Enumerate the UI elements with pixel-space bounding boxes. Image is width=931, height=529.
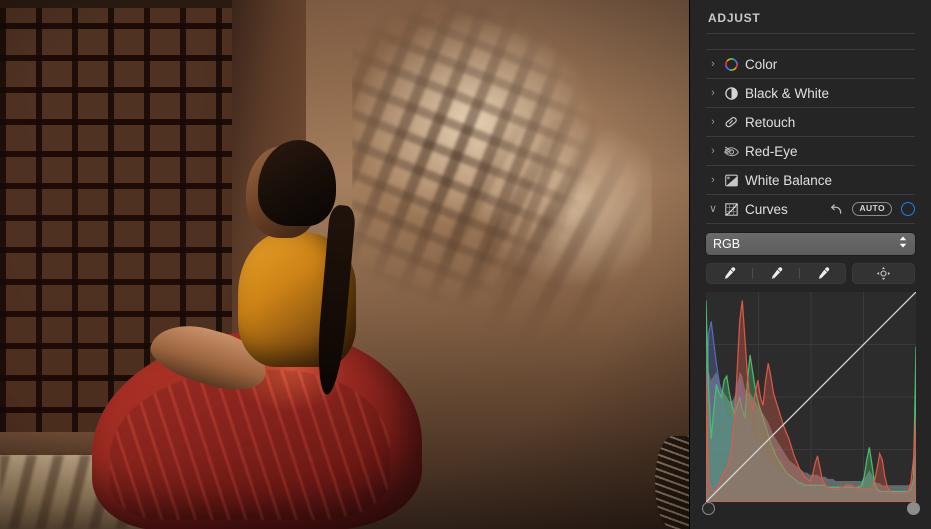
color-wheel-icon bbox=[720, 57, 742, 72]
channel-select-value: RGB bbox=[713, 237, 741, 251]
half-circle-icon bbox=[720, 86, 742, 101]
curves-tool-row bbox=[706, 263, 915, 284]
histogram-plot bbox=[706, 292, 916, 502]
black-point-handle[interactable] bbox=[702, 502, 715, 515]
sidebar-item-white-balance[interactable]: › White Balance bbox=[706, 166, 915, 195]
sidebar-item-label: Color bbox=[745, 56, 778, 72]
curve-handles bbox=[702, 502, 920, 520]
histogram-curve-canvas[interactable] bbox=[706, 292, 916, 502]
figure-hair bbox=[258, 140, 336, 226]
sidebar-item-label: Red-Eye bbox=[745, 143, 798, 159]
gray-point-eyedropper[interactable] bbox=[753, 263, 799, 284]
adjust-sidebar: ADJUST › Color › Black & White › Retouch… bbox=[689, 0, 931, 529]
sidebar-item-black-and-white[interactable]: › Black & White bbox=[706, 79, 915, 108]
chevron-down-icon[interactable]: ∨ bbox=[706, 203, 720, 215]
bandage-icon bbox=[720, 114, 742, 130]
chevron-right-icon[interactable]: › bbox=[706, 174, 720, 186]
sidebar-item-retouch[interactable]: › Retouch bbox=[706, 108, 915, 137]
sidebar-item-color[interactable]: › Color bbox=[706, 50, 915, 79]
white-balance-icon bbox=[720, 173, 742, 188]
white-point-eyedropper[interactable] bbox=[800, 263, 846, 284]
white-point-handle[interactable] bbox=[907, 502, 920, 515]
sidebar-item-label: Retouch bbox=[745, 114, 796, 130]
eyedropper-segmented-control bbox=[706, 263, 846, 284]
chevron-right-icon[interactable]: › bbox=[706, 116, 720, 128]
sidebar-item-label: Black & White bbox=[745, 85, 830, 101]
edited-photo-canvas[interactable] bbox=[0, 0, 689, 529]
photo-content bbox=[0, 0, 689, 529]
auto-button[interactable]: AUTO bbox=[852, 201, 892, 217]
sidebar-item-label: White Balance bbox=[745, 172, 833, 188]
eye-slash-icon bbox=[720, 144, 742, 159]
chevron-right-icon[interactable]: › bbox=[706, 145, 720, 157]
chevron-right-icon[interactable]: › bbox=[706, 58, 720, 70]
photos-editor-window: ADJUST › Color › Black & White › Retouch… bbox=[0, 0, 931, 529]
channel-select[interactable]: RGB bbox=[706, 233, 915, 255]
black-point-eyedropper[interactable] bbox=[706, 263, 752, 284]
chevron-right-icon[interactable]: › bbox=[706, 87, 720, 99]
enable-toggle-circle[interactable] bbox=[901, 202, 915, 216]
sidebar-item-curves[interactable]: ∨ Curves AUTO bbox=[706, 195, 915, 224]
chevron-up-down-icon bbox=[898, 235, 908, 254]
panel-title: ADJUST bbox=[708, 11, 761, 25]
sidebar-item-label: Curves bbox=[745, 201, 788, 217]
jali-top-frame bbox=[0, 0, 232, 8]
curves-grid-icon bbox=[720, 202, 742, 217]
add-point-target[interactable] bbox=[852, 263, 915, 284]
curves-editor[interactable] bbox=[702, 292, 920, 520]
foreground-object bbox=[655, 436, 689, 529]
sidebar-item-red-eye[interactable]: › Red-Eye bbox=[706, 137, 915, 166]
reset-arrow-icon[interactable] bbox=[828, 202, 843, 217]
dappled-shadow-pattern-secondary bbox=[430, 120, 680, 420]
